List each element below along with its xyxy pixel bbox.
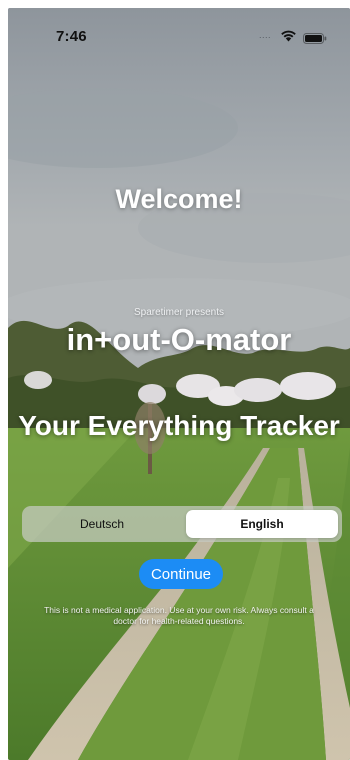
battery-icon xyxy=(303,31,327,49)
language-segmented-control: Deutsch English xyxy=(22,506,342,542)
app-name-title: in+out-O-mator xyxy=(66,322,292,357)
language-option-english[interactable]: English xyxy=(186,510,338,538)
status-bar: 7:46 .... xyxy=(8,8,350,52)
welcome-heading: Welcome! xyxy=(115,184,243,214)
language-option-deutsch[interactable]: Deutsch xyxy=(26,510,178,538)
signal-icon: .... xyxy=(259,30,272,40)
continue-button[interactable]: Continue xyxy=(139,559,223,589)
background-landscape-image xyxy=(8,8,350,760)
presenter-text: Sparetimer presents xyxy=(133,307,225,318)
wifi-icon xyxy=(280,29,297,47)
status-time: 7:46 xyxy=(56,28,87,45)
disclaimer-text: This is not a medical application. Use a… xyxy=(44,605,314,626)
tagline-text: Your Everything Tracker xyxy=(18,410,340,441)
phone-screen: 7:46 .... Welcome! Sparetimer presents i… xyxy=(8,8,350,760)
